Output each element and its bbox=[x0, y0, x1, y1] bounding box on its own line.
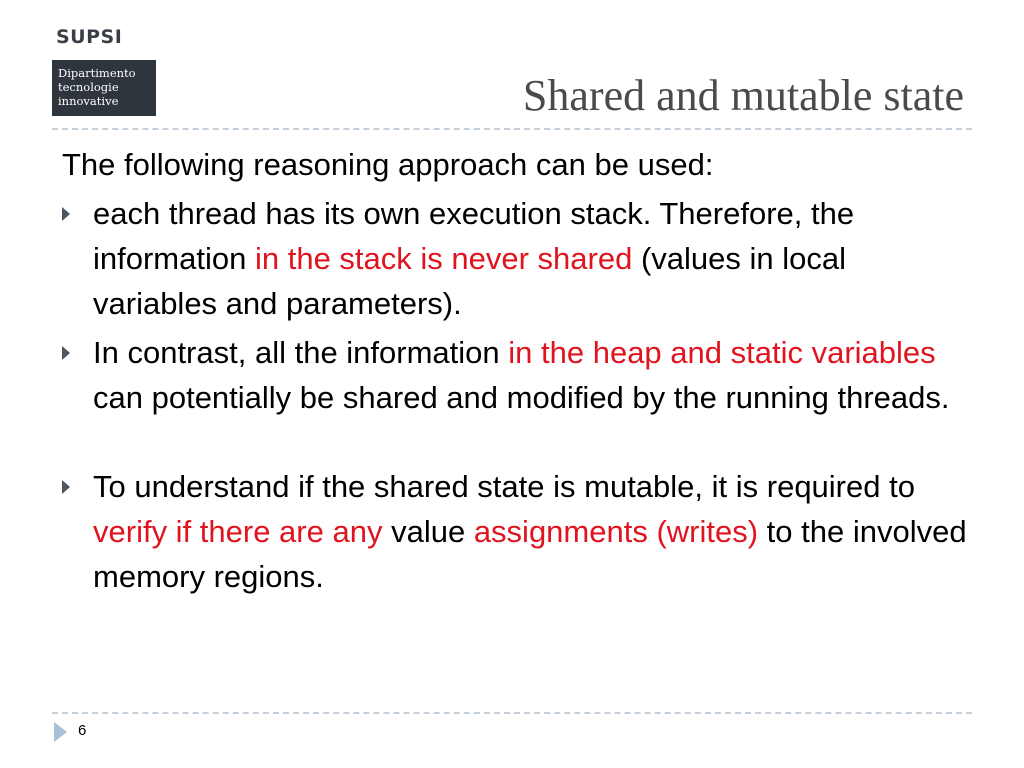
department-logo: Dipartimento tecnologie innovative bbox=[52, 60, 156, 116]
page-number: 6 bbox=[78, 722, 87, 739]
bullet-arrow-icon bbox=[62, 480, 70, 494]
bullet-text: In contrast, all the information bbox=[93, 335, 509, 370]
bullet-highlight: in the stack is never shared bbox=[254, 241, 633, 276]
bullet-item: each thread has its own execution stack.… bbox=[62, 191, 972, 326]
logo-wordmark: SUPSI bbox=[56, 26, 123, 48]
header-divider bbox=[52, 128, 972, 130]
slide-body: The following reasoning approach can be … bbox=[62, 142, 972, 603]
bullet-item: To understand if the shared state is mut… bbox=[62, 464, 972, 599]
intro-text: The following reasoning approach can be … bbox=[62, 147, 714, 182]
logo-line: innovative bbox=[58, 94, 119, 108]
logo-line: Dipartimento bbox=[58, 66, 136, 80]
bullet-highlight: in the heap and static variables bbox=[508, 335, 936, 370]
logo-line: tecnologie bbox=[58, 80, 119, 94]
bullet-arrow-icon bbox=[62, 207, 70, 221]
bullet-highlight: verify if there are any bbox=[93, 514, 383, 549]
bullet-text: value bbox=[382, 514, 474, 549]
footer-divider bbox=[52, 712, 972, 714]
bullet-arrow-icon bbox=[62, 346, 70, 360]
bullet-text: can potentially be shared and modified b… bbox=[93, 380, 950, 415]
bullet-highlight: assignments (writes) bbox=[473, 514, 759, 549]
bullet-item: In contrast, all the information in the … bbox=[62, 330, 972, 420]
footer-arrow-icon bbox=[54, 722, 67, 742]
bullet-text: To understand if the shared state is mut… bbox=[93, 469, 915, 504]
slide-title: Shared and mutable state bbox=[522, 71, 964, 120]
